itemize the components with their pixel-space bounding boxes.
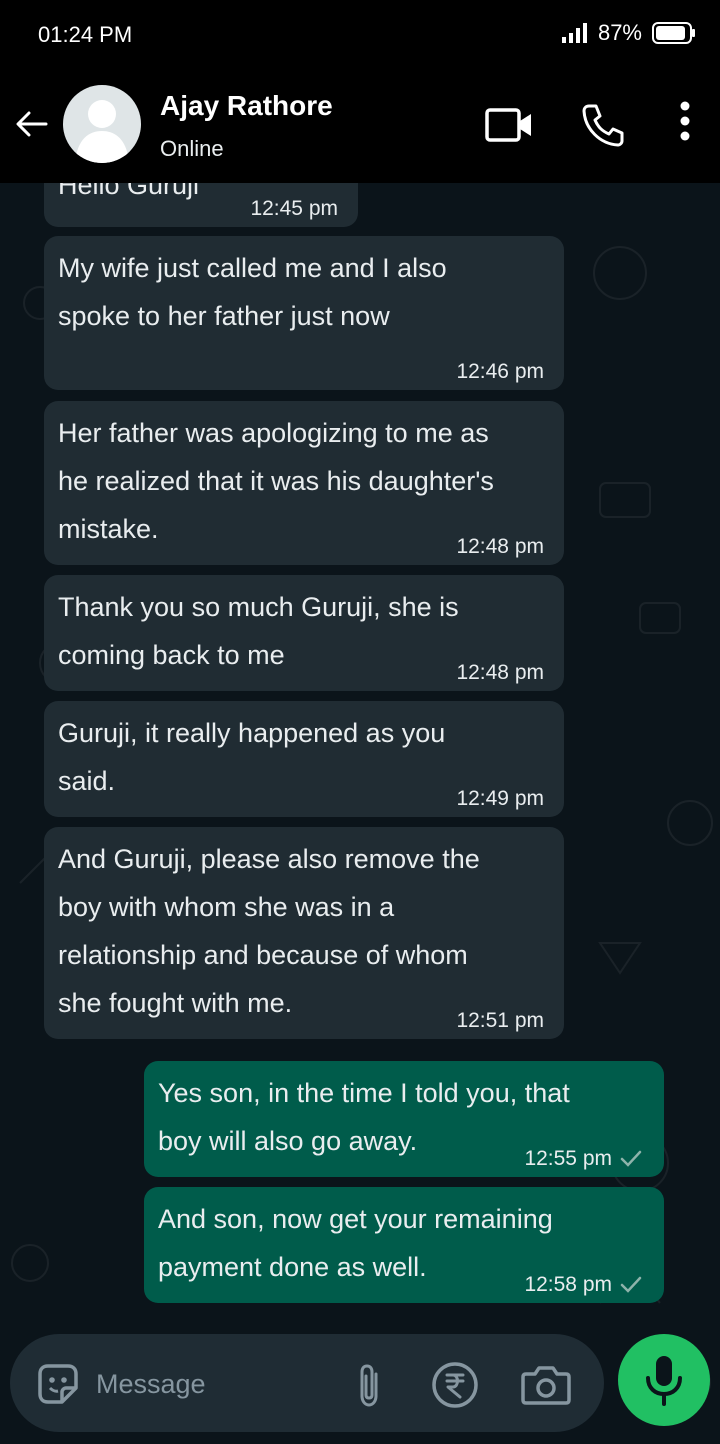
message-time-container: 12:49 pm [456,787,544,811]
message-text: Her father was apologizing to me as he r… [58,418,494,544]
message-time-container: 12:48 pm [456,535,544,559]
incoming-message[interactable]: And Guruji, please also remove the boy w… [44,827,564,1039]
back-arrow-icon[interactable] [12,104,52,144]
battery-icon [652,22,695,44]
camera-icon[interactable] [520,1360,572,1408]
message-time-container: 12:51 pm [456,1009,544,1033]
outgoing-message[interactable]: Yes son, in the time I told you, that bo… [144,1061,664,1177]
message-time-container: 12:48 pm [456,661,544,685]
incoming-message[interactable]: Guruji, it really happened as you said. 1… [44,701,564,817]
message-time: 12:48 pm [456,535,544,558]
battery-percent: 87% [597,20,642,45]
message-time-container: 12:45 pm [250,197,338,221]
message-time: 12:49 pm [456,787,544,810]
message-text: And Guruji, please also remove the boy w… [58,844,480,1018]
avatar[interactable] [63,85,141,163]
sticker-icon[interactable] [34,1360,82,1408]
chat-header: Ajay Rathore Online [0,70,720,183]
video-call-icon[interactable] [484,106,534,144]
incoming-message[interactable]: Her father was apologizing to me as he r… [44,401,564,565]
incoming-message[interactable]: Hello Guruji 12:45 pm [44,183,358,227]
sent-tick-icon [620,1150,642,1167]
message-time: 12:48 pm [456,661,544,684]
message-time: 12:58 pm [524,1273,612,1296]
payment-rupee-icon[interactable] [430,1360,480,1410]
message-text: My wife just called me and I also spoke … [58,253,447,331]
message-time-container: 12:46 pm [456,360,544,384]
microphone-icon [646,1356,682,1406]
chat-area[interactable]: Hello Guruji 12:45 pm My wife just called … [0,183,720,1444]
contact-status: Online [160,136,224,161]
incoming-message[interactable]: Thank you so much Guruji, she is coming … [44,575,564,691]
sent-tick-icon [620,1276,642,1293]
voice-record-button[interactable] [618,1334,710,1426]
message-time: 12:45 pm [250,197,338,220]
message-input[interactable] [96,1364,336,1404]
default-avatar-icon [75,100,129,163]
message-time-container: 12:58 pm [524,1273,644,1297]
status-time: 01:24 PM [38,22,133,47]
message-composer [10,1334,604,1432]
signal-icon [561,23,587,43]
contact-name[interactable]: Ajay Rathore [160,90,333,122]
status-bar: 01:24 PM 87% [0,0,720,70]
attachment-icon[interactable] [350,1362,390,1410]
phone-call-icon[interactable] [580,102,626,148]
incoming-message[interactable]: My wife just called me and I also spoke … [44,236,564,390]
message-time: 12:55 pm [524,1147,612,1170]
status-indicators: 87% [561,20,696,46]
message-time: 12:46 pm [456,360,544,383]
message-time-container: 12:55 pm [524,1147,644,1171]
message-time: 12:51 pm [456,1009,544,1032]
more-options-icon[interactable] [668,98,702,144]
outgoing-message[interactable]: And son, now get your remaining payment … [144,1187,664,1303]
